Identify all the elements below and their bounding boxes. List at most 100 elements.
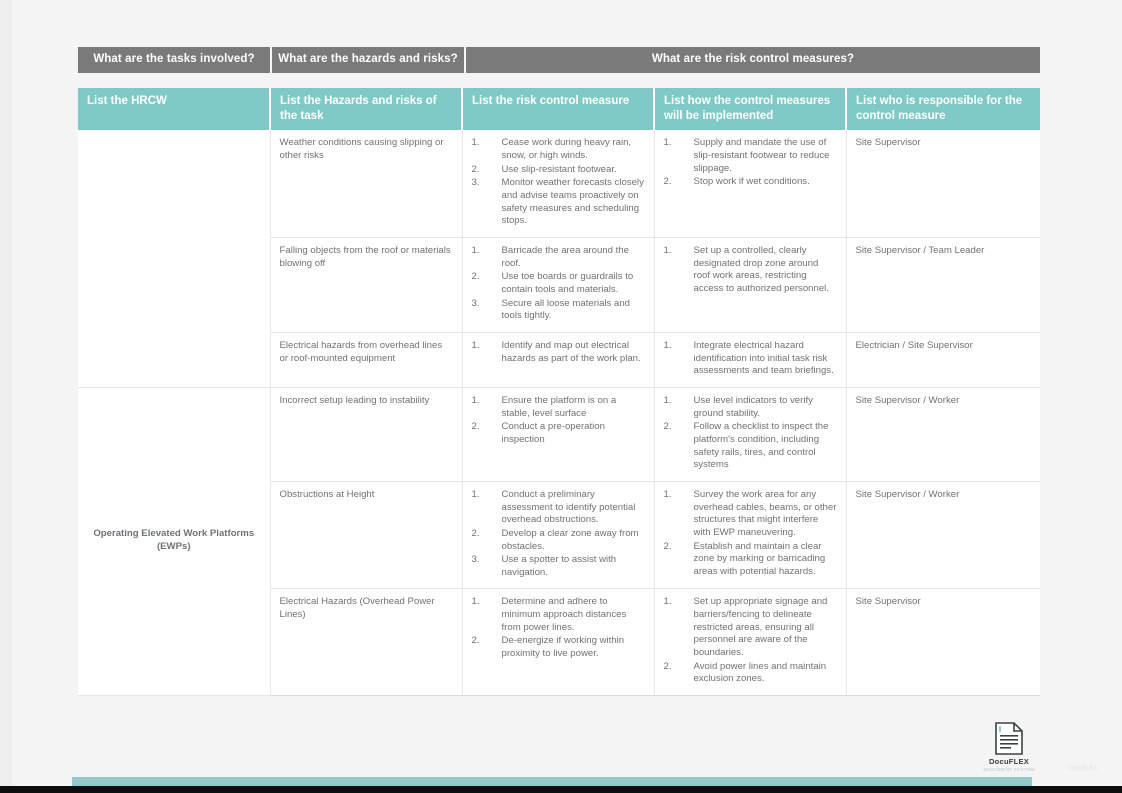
group-header-controls: What are the risk control measures? (466, 47, 1040, 73)
control-measure-item: Conduct a preliminary assessment to iden… (472, 488, 636, 526)
hazard-text: Electrical hazards from overhead lines o… (279, 339, 443, 364)
control-measure-cell: Determine and adhere to minimum approach… (462, 588, 655, 697)
hazard-cell: Electrical hazards from overhead lines o… (270, 332, 463, 388)
column-header-responsible: List who is responsible for the control … (846, 88, 1040, 131)
implementation-item: Use level indicators to verify ground st… (664, 394, 813, 419)
group-header-controls-label: What are the risk control measures? (651, 53, 855, 66)
control-measure-cell-list: Identify and map out electrical hazards … (472, 340, 645, 365)
hazard-cell: Electrical Hazards (Overhead Power Lines… (270, 588, 463, 697)
control-measure-cell-list: Ensure the platform is on a stable, leve… (472, 395, 645, 447)
implementation-cell: Supply and mandate the use of slip-resis… (654, 130, 847, 239)
hazard-cell: Weather conditions causing slipping or o… (270, 130, 463, 239)
page-left-margin (0, 0, 12, 786)
implementation-cell-list: Set up a controlled, clearly designated … (664, 245, 837, 296)
watermark-text: DocuFLEX (1067, 766, 1098, 772)
table-row: Weather conditions causing slipping or o… (78, 130, 1040, 388)
docuflex-logo: DocuFLEX DOCUMENT SYSTEM (983, 722, 1035, 772)
control-measure-item: Ensure the platform is on a stable, leve… (472, 394, 617, 419)
responsible-cell: Site Supervisor / Worker (846, 481, 1040, 590)
group-header-hazards: What are the hazards and risks? (272, 47, 464, 73)
implementation-cell: Survey the work area for any overhead ca… (654, 481, 847, 590)
hazard-text: Incorrect setup leading to instability (279, 394, 430, 406)
responsible-cell: Electrician / Site Supervisor (846, 332, 1040, 388)
implementation-cell-list: Use level indicators to verify ground st… (664, 395, 837, 472)
implementation-cell: Set up appropriate signage and barriers/… (654, 588, 847, 697)
implementation-item: Avoid power lines and maintain exclusion… (664, 660, 827, 685)
hrcw-cell: Operating Elevated Work Platforms (EWPs) (78, 387, 271, 697)
control-measure-item: Use a spotter to assist with navigation. (472, 554, 617, 578)
table-head: List the HRCW List the Hazards and risks… (78, 88, 1040, 131)
control-measure-cell: Ensure the platform is on a stable, leve… (462, 387, 655, 482)
implementation-item: Establish and maintain a clear zone by m… (664, 540, 826, 577)
column-header-implementation: List how the control measures will be im… (654, 88, 847, 131)
control-measure-cell: Conduct a preliminary assessment to iden… (462, 481, 655, 590)
hazard-text: Obstructions at Height (279, 488, 375, 500)
control-measure-item: Use slip-resistant footwear. (472, 163, 617, 176)
implementation-item: Stop work if wet conditions. (664, 176, 810, 188)
control-measure-item: Determine and adhere to minimum approach… (472, 596, 627, 633)
logo-brand-text: DocuFLEX (989, 757, 1029, 766)
hazard-text: Falling objects from the roof or materia… (279, 245, 451, 269)
responsible-cell: Site Supervisor (846, 130, 1040, 239)
hazard-text: Electrical Hazards (Overhead Power Lines… (279, 596, 435, 621)
logo-subtitle-text: DOCUMENT SYSTEM (983, 767, 1035, 772)
hrcw-cell (78, 130, 271, 388)
control-measure-cell-list: Cease work during heavy rain, snow, or h… (472, 137, 645, 228)
implementation-item: Integrate electrical hazard identificati… (664, 339, 834, 377)
control-measure-cell: Barricade the area around the roof. Use t… (462, 237, 655, 333)
hazard-cell: Obstructions at Height (270, 481, 463, 590)
implementation-item: Set up a controlled, clearly designated … (664, 245, 829, 294)
implementation-cell-list: Integrate electrical hazard identificati… (664, 340, 837, 378)
table-body: Weather conditions causing slipping or o… (78, 130, 1040, 697)
control-measure-item: Identify and map out electrical hazards … (472, 339, 641, 364)
control-measure-item: Develop a clear zone away from obstacles… (472, 527, 639, 552)
responsible-text: Site Supervisor (855, 137, 921, 149)
responsible-text: Site Supervisor / Team Leader (855, 245, 985, 257)
control-measure-item: Cease work during heavy rain, snow, or h… (472, 137, 632, 162)
control-measure-item: Barricade the area around the roof. (472, 245, 629, 269)
page-bottom-edge (0, 786, 1122, 793)
implementation-item: Supply and mandate the use of slip-resis… (664, 137, 830, 174)
responsible-text: Site Supervisor / Worker (855, 488, 960, 500)
implementation-cell-list: Supply and mandate the use of slip-resis… (664, 137, 837, 189)
control-measure-cell: Cease work during heavy rain, snow, or h… (462, 130, 655, 239)
implementation-cell-list: Survey the work area for any overhead ca… (664, 489, 837, 579)
group-header-hazards-label: What are the hazards and risks? (278, 53, 458, 66)
table-header-row: List the HRCW List the Hazards and risks… (78, 88, 1040, 131)
column-header-hrcw: List the HRCW (78, 88, 271, 131)
implementation-item: Follow a checklist to inspect the platfo… (664, 421, 829, 471)
responsible-cell: Site Supervisor / Worker (846, 387, 1040, 482)
control-measure-item: Monitor weather forecasts closely and ad… (472, 177, 644, 227)
control-measure-cell-list: Conduct a preliminary assessment to iden… (472, 489, 645, 580)
control-measure-cell-list: Determine and adhere to minimum approach… (472, 596, 645, 660)
responsible-text: Electrician / Site Supervisor (855, 339, 973, 351)
hazard-text: Weather conditions causing slipping or o… (279, 137, 444, 162)
control-measure-item: Conduct a pre-operation inspection (472, 421, 605, 445)
responsible-text: Site Supervisor (855, 596, 921, 608)
group-header-tasks-label: What are the tasks involved? (93, 53, 255, 66)
control-measure-cell-list: Barricade the area around the roof. Use t… (472, 245, 645, 323)
responsible-cell: Site Supervisor / Team Leader (846, 237, 1040, 333)
column-header-control-measure: List the risk control measure (462, 88, 655, 131)
implementation-item: Set up appropriate signage and barriers/… (664, 596, 828, 659)
document-icon (995, 722, 1023, 755)
implementation-cell: Set up a controlled, clearly designated … (654, 237, 847, 333)
implementation-cell: Integrate electrical hazard identificati… (654, 332, 847, 388)
implementation-item: Survey the work area for any overhead ca… (664, 488, 837, 538)
group-header-tasks: What are the tasks involved? (78, 47, 270, 73)
group-header-row: What are the tasks involved? What are th… (78, 47, 1040, 73)
responsible-cell: Site Supervisor (846, 588, 1040, 697)
document-page: What are the tasks involved? What are th… (0, 0, 1122, 793)
hazard-cell: Incorrect setup leading to instability (270, 387, 463, 482)
table-row: Operating Elevated Work Platforms (EWPs)… (78, 387, 1040, 697)
hazard-cell: Falling objects from the roof or materia… (270, 237, 463, 333)
responsible-text: Site Supervisor / Worker (855, 394, 960, 406)
risk-control-table: List the HRCW List the Hazards and risks… (78, 88, 1040, 697)
control-measure-cell: Identify and map out electrical hazards … (462, 332, 655, 388)
control-measure-item: Use toe boards or guardrails to contain … (472, 271, 634, 295)
control-measure-item: De-energize if working within proximity … (472, 635, 625, 660)
implementation-cell-list: Set up appropriate signage and barriers/… (664, 596, 837, 686)
column-header-hazards: List the Hazards and risks of the task (270, 88, 463, 131)
control-measure-item: Secure all loose materials and tools tig… (472, 297, 631, 322)
implementation-cell: Use level indicators to verify ground st… (654, 387, 847, 482)
